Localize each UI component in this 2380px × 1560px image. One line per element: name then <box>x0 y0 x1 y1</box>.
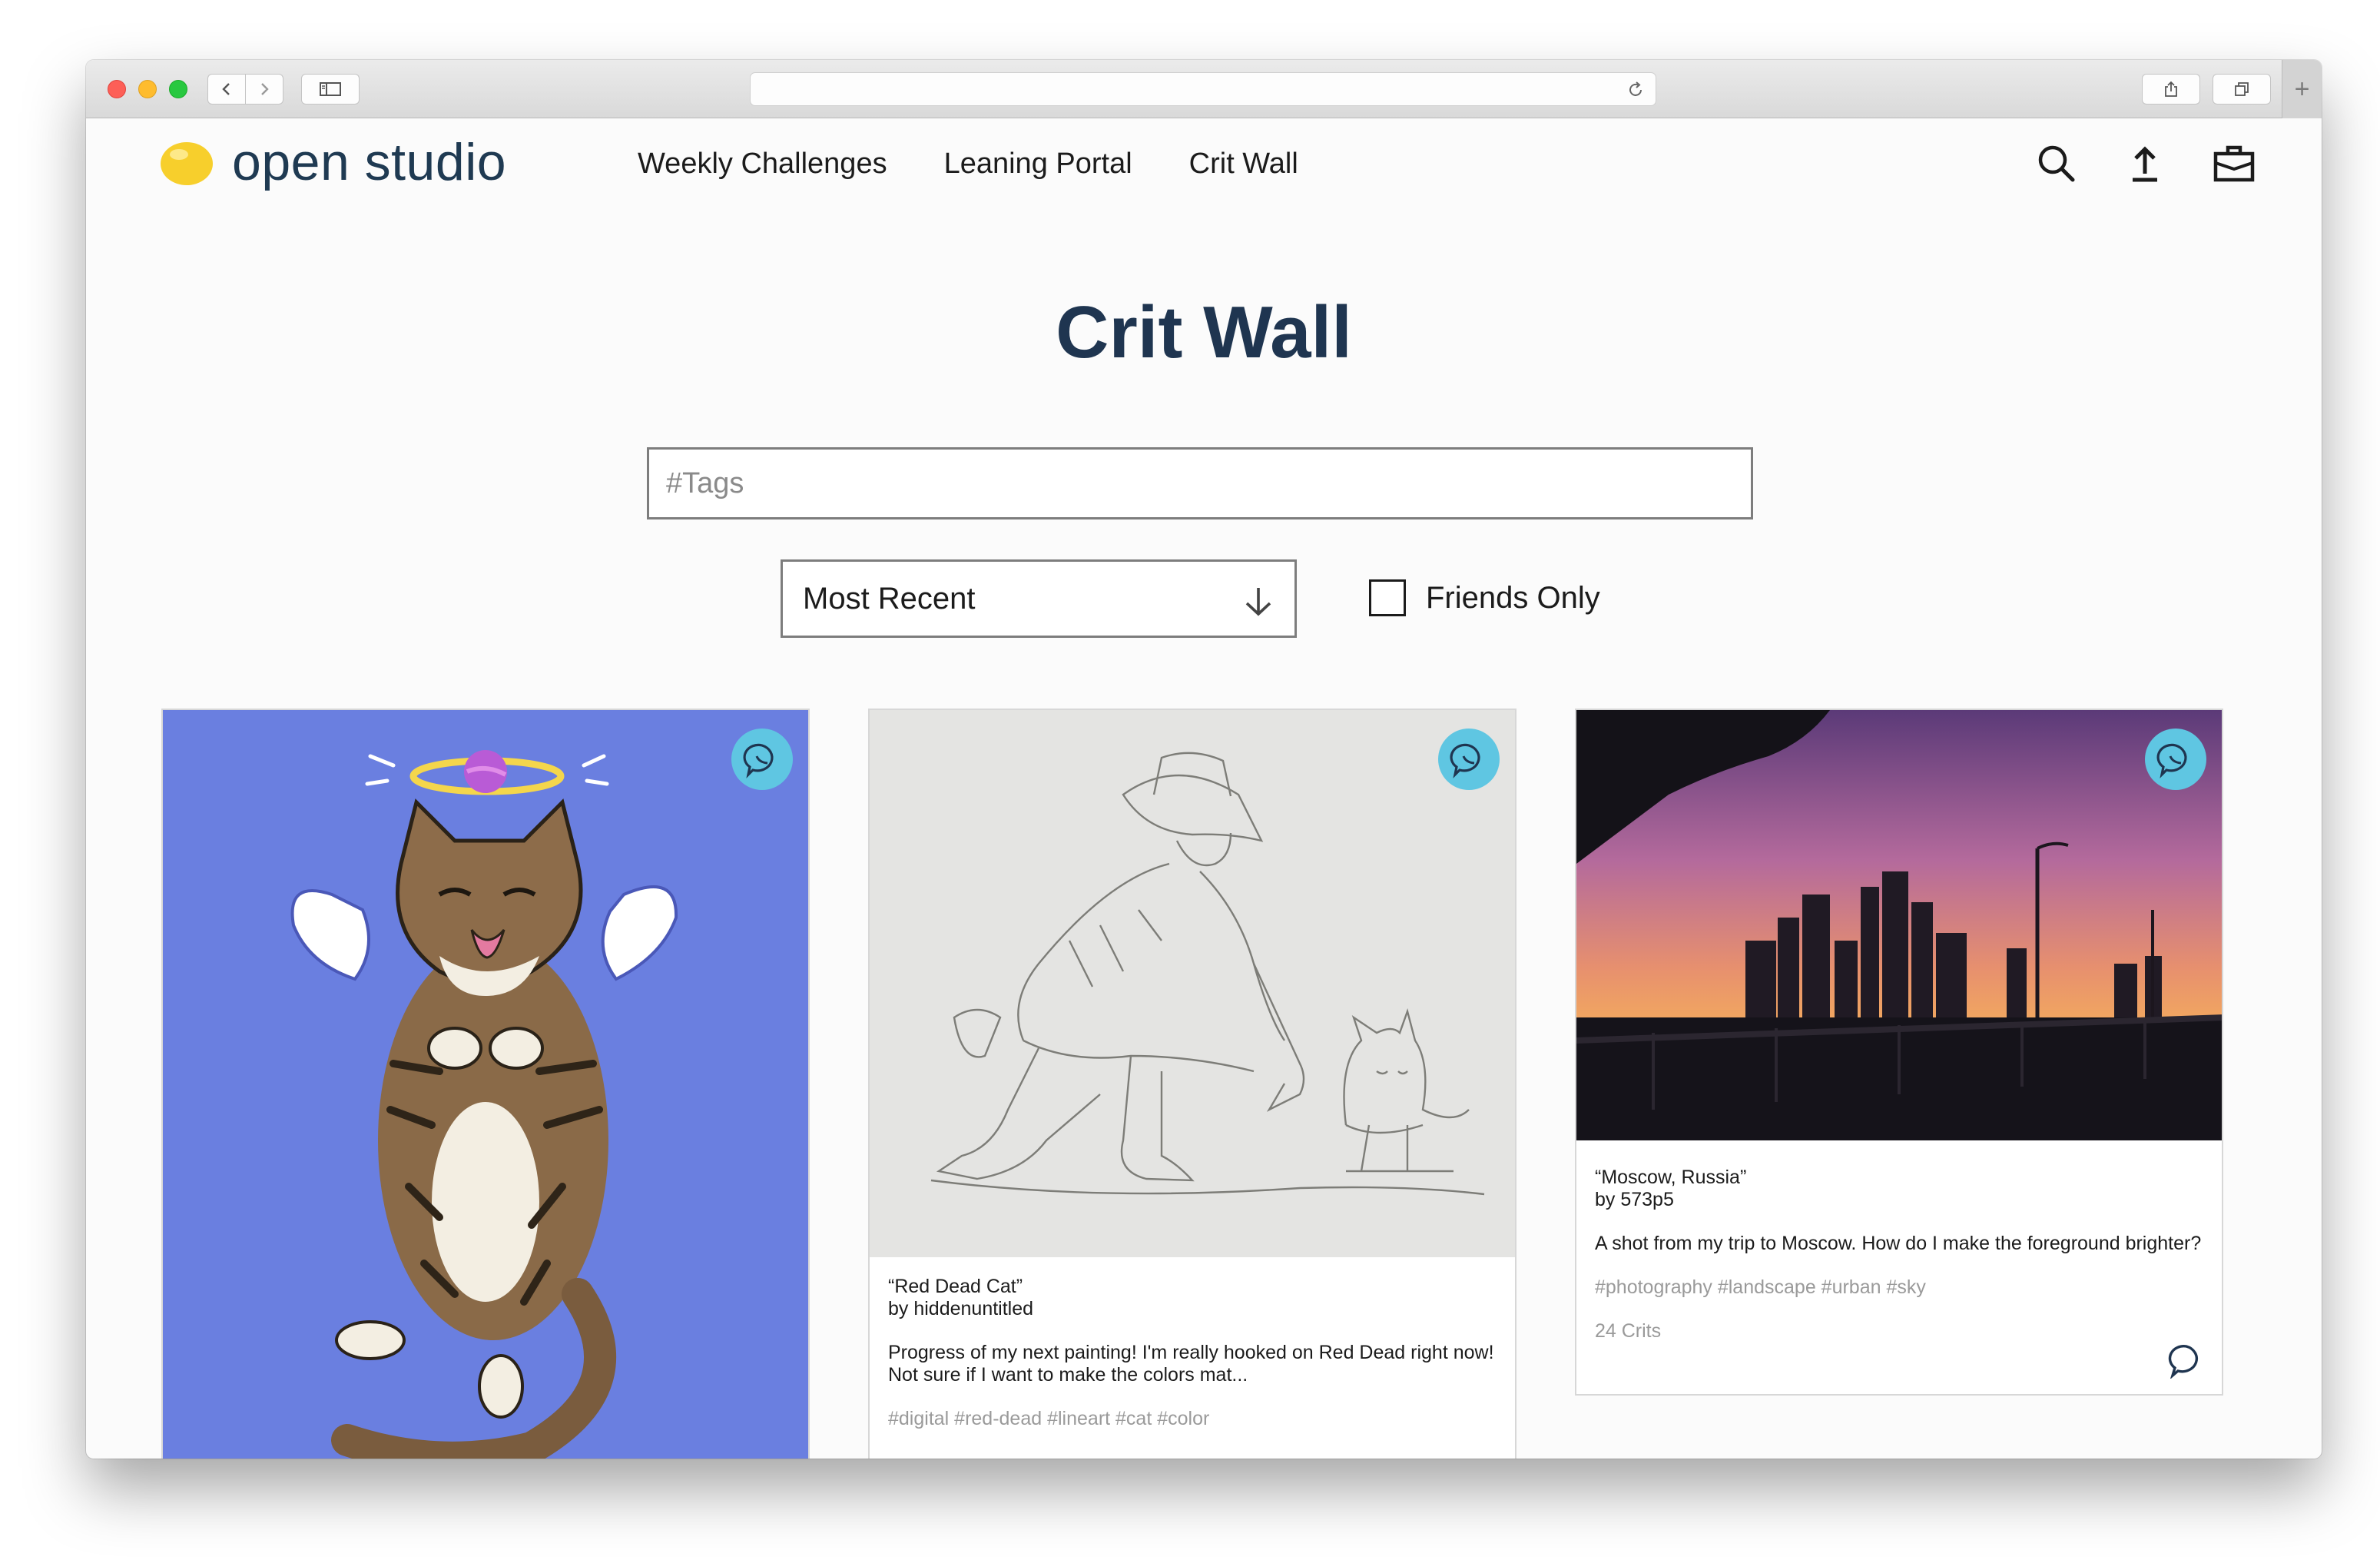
minimize-window-button[interactable] <box>138 80 157 98</box>
post-meta: “Moscow, Russia” by 573p5 A shot from my… <box>1595 1167 2203 1343</box>
address-bar[interactable] <box>750 72 1656 106</box>
sort-dropdown[interactable]: Most Recent <box>781 559 1297 638</box>
arrow-down-icon <box>1245 588 1271 616</box>
cat-angel-illustration <box>163 710 808 1459</box>
new-tab-button[interactable]: + <box>2282 60 2322 118</box>
post-description: A shot from my trip to Moscow. How do I … <box>1595 1233 2202 1254</box>
page-title: Crit Wall <box>1056 291 1352 373</box>
post-card[interactable]: “Red Dead Cat” by hiddenuntitled Progres… <box>868 709 1517 1459</box>
nav-weekly-challenges[interactable]: Weekly Challenges <box>638 148 887 181</box>
post-meta: “Red Dead Cat” by hiddenuntitled Progres… <box>888 1276 1497 1430</box>
friends-only-toggle[interactable]: Friends Only <box>1369 579 1600 616</box>
post-tags[interactable]: #digital #red-dead #lineart #cat #color <box>888 1408 1497 1430</box>
post-card[interactable] <box>161 709 810 1459</box>
reload-icon[interactable] <box>1626 81 1645 99</box>
nav-leaning-portal[interactable]: Leaning Portal <box>944 148 1132 181</box>
crit-bubble-icon[interactable] <box>731 729 793 790</box>
friends-only-label: Friends Only <box>1426 580 1600 615</box>
post-image[interactable] <box>1576 710 2222 1140</box>
tabs-icon <box>2235 82 2249 96</box>
close-window-button[interactable] <box>108 80 126 98</box>
browser-window: + open studio Weekly Challenges Leaning … <box>86 60 2322 1459</box>
post-card[interactable]: “Moscow, Russia” by 573p5 A shot from my… <box>1575 709 2223 1396</box>
share-icon <box>2165 81 2177 97</box>
post-title[interactable]: “Red Dead Cat” <box>888 1276 1497 1298</box>
forward-button[interactable] <box>245 74 283 105</box>
moscow-skyline-sunset <box>1576 710 2222 1140</box>
post-image[interactable] <box>163 710 808 1459</box>
back-button[interactable] <box>207 74 246 105</box>
show-tabs-button[interactable] <box>2213 74 2271 105</box>
share-button[interactable] <box>2142 74 2200 105</box>
post-tags[interactable]: #photography #landscape #urban #sky <box>1595 1276 2203 1299</box>
zoom-window-button[interactable] <box>169 80 187 98</box>
crit-count[interactable]: 24 Crits <box>1595 1320 2203 1343</box>
sidebar-toggle-button[interactable] <box>301 74 360 105</box>
crit-bubble-icon[interactable] <box>1438 729 1500 790</box>
site-header: open studio Weekly Challenges Leaning Po… <box>86 118 2322 204</box>
post-image[interactable] <box>870 710 1515 1257</box>
nav-crit-wall[interactable]: Crit Wall <box>1189 148 1298 181</box>
cowboy-cat-sketch <box>870 710 1515 1257</box>
friends-only-checkbox[interactable] <box>1369 579 1406 616</box>
sort-selected-value: Most Recent <box>803 581 976 616</box>
briefcase-icon[interactable] <box>2213 141 2256 184</box>
header-tools <box>2034 141 2256 184</box>
chevron-left-icon <box>222 83 230 95</box>
search-icon[interactable] <box>2034 141 2077 184</box>
logo[interactable]: open studio <box>158 132 506 192</box>
crit-bubble-icon[interactable] <box>2145 729 2206 790</box>
post-description: Progress of my next painting! I'm really… <box>888 1342 1494 1386</box>
main-nav: Weekly Challenges Leaning Portal Crit Wa… <box>638 148 1298 181</box>
post-title[interactable]: “Moscow, Russia” <box>1595 1167 2203 1189</box>
chevron-right-icon <box>261 83 269 95</box>
comment-icon[interactable] <box>2168 1342 2205 1379</box>
logo-text: open studio <box>232 133 507 191</box>
post-author[interactable]: by hiddenuntitled <box>888 1298 1497 1320</box>
sidebar-icon <box>320 82 341 96</box>
tags-search-input[interactable] <box>647 447 1753 519</box>
logo-icon <box>161 142 213 185</box>
upload-icon[interactable] <box>2123 141 2166 184</box>
post-author[interactable]: by 573p5 <box>1595 1189 2203 1211</box>
browser-toolbar: + <box>86 60 2322 118</box>
